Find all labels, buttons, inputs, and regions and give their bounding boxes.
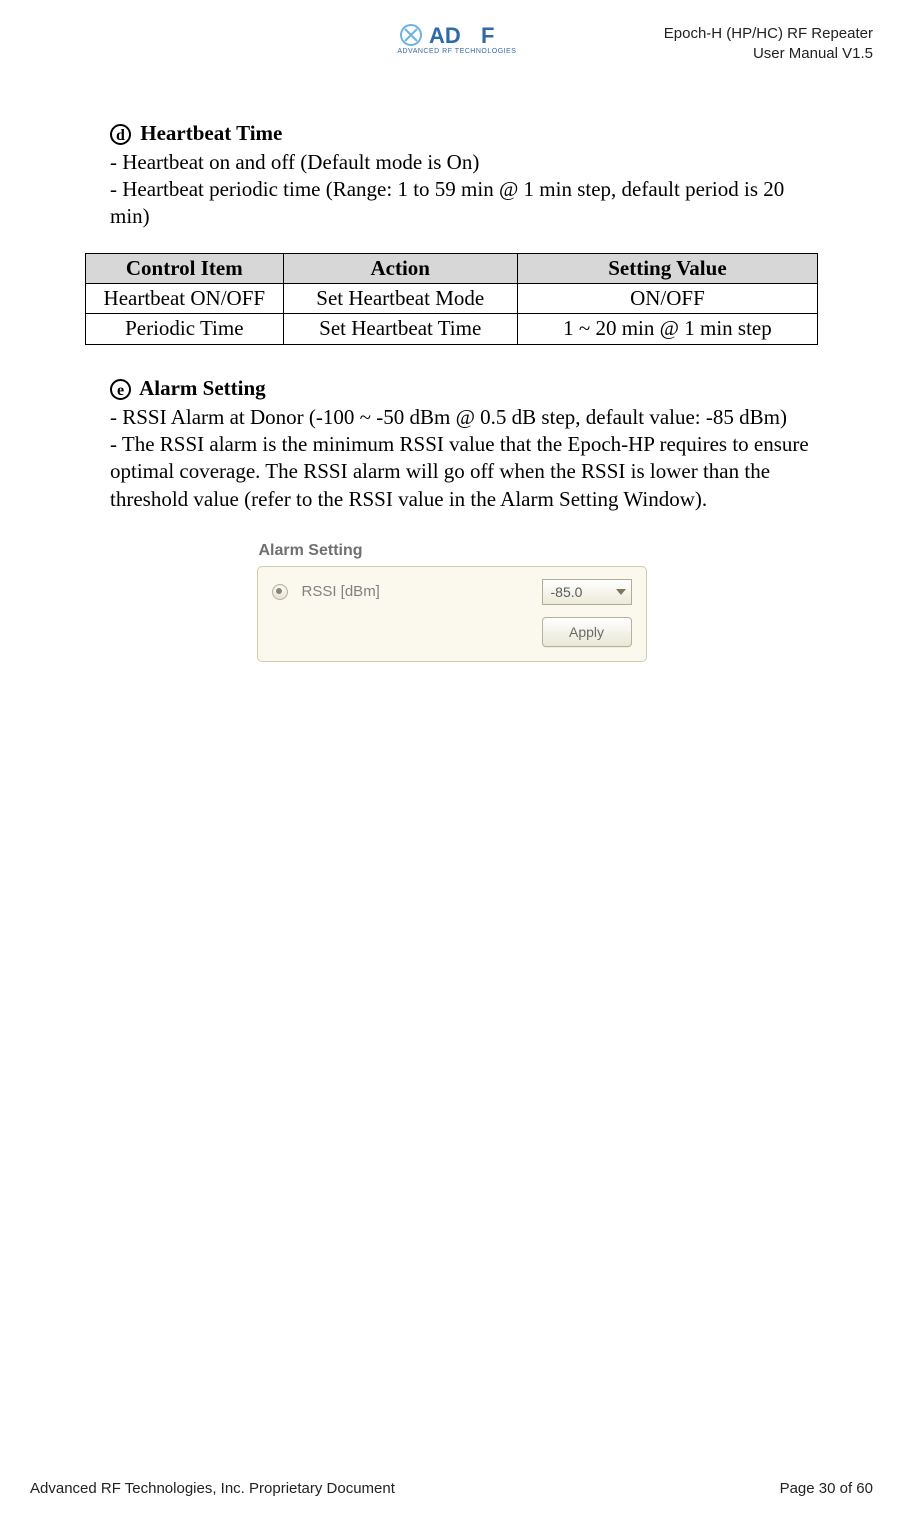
section-e-title-text: Alarm Setting [139,376,266,400]
rssi-radio-icon[interactable] [272,584,288,600]
section-d-line2: - Heartbeat periodic time (Range: 1 to 5… [110,176,818,231]
footer-right: Page 30 of 60 [780,1480,873,1497]
apply-button[interactable]: Apply [542,617,632,647]
alarm-panel-title: Alarm Setting [257,541,647,562]
product-line: Epoch-H (HP/HC) RF Repeater [664,24,873,44]
section-d-body: - Heartbeat on and off (Default mode is … [110,149,818,231]
section-e-line1: - RSSI Alarm at Donor (-100 ~ -50 dBm @ … [110,404,818,431]
page-header: ADRF ADVANCED RF TECHNOLOGIES Epoch-H (H… [30,20,873,65]
control-table: Control Item Action Setting Value Heartb… [85,253,818,345]
cell: ON/OFF [517,283,817,313]
cell: Heartbeat ON/OFF [86,283,284,313]
footer-left: Advanced RF Technologies, Inc. Proprieta… [30,1480,395,1497]
section-e-body: - RSSI Alarm at Donor (-100 ~ -50 dBm @ … [110,404,818,513]
header-meta: Epoch-H (HP/HC) RF Repeater User Manual … [664,20,873,65]
section-e-title: e Alarm Setting [110,375,818,402]
th-setting-value: Setting Value [517,253,817,283]
svg-text:AD: AD [429,23,461,48]
section-d-marker-icon: d [110,124,131,145]
th-control-item: Control Item [86,253,284,283]
table-row: Heartbeat ON/OFF Set Heartbeat Mode ON/O… [86,283,818,313]
th-action: Action [283,253,517,283]
rssi-field-row: RSSI [dBm] -85.0 [272,579,632,605]
table-row: Periodic Time Set Heartbeat Time 1 ~ 20 … [86,314,818,344]
doc-line: User Manual V1.5 [664,44,873,64]
section-e-line2: - The RSSI alarm is the minimum RSSI val… [110,431,818,513]
cell: Set Heartbeat Time [283,314,517,344]
rssi-dropdown[interactable]: -85.0 [542,579,632,605]
cell: 1 ~ 20 min @ 1 min step [517,314,817,344]
table-header-row: Control Item Action Setting Value [86,253,818,283]
alarm-setting-panel: Alarm Setting RSSI [dBm] -85.0 Apply [257,541,647,662]
rssi-field-label: RSSI [dBm] [302,582,542,602]
cell: Set Heartbeat Mode [283,283,517,313]
section-d-line1: - Heartbeat on and off (Default mode is … [110,149,818,176]
page-footer: Advanced RF Technologies, Inc. Proprieta… [30,1480,873,1497]
cell: Periodic Time [86,314,284,344]
logo-subtitle: ADVANCED RF TECHNOLOGIES [397,48,517,55]
rssi-dropdown-value: -85.0 [551,583,583,601]
chevron-down-icon [616,589,626,595]
svg-text:F: F [481,23,494,48]
section-d-title: d Heartbeat Time [110,120,818,147]
section-e-marker-icon: e [110,379,131,400]
section-d-title-text: Heartbeat Time [140,121,282,145]
logo: ADRF ADVANCED RF TECHNOLOGIES [250,20,664,58]
adrf-logo-icon: ADRF [397,20,517,50]
